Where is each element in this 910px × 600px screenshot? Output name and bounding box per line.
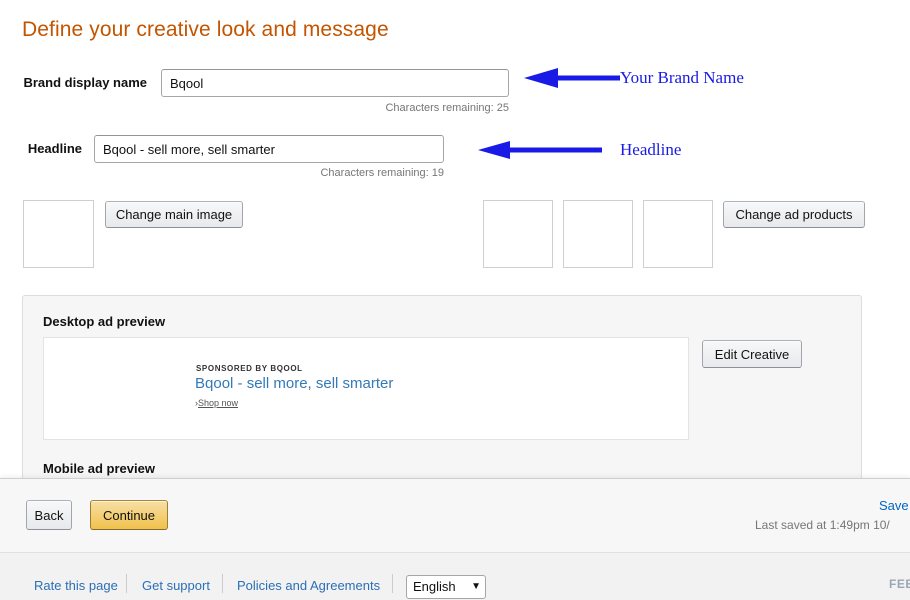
last-saved-timestamp: Last saved at 1:49pm 10/ <box>755 518 890 532</box>
annotation-brand-name: Your Brand Name <box>620 68 744 87</box>
footer-divider-2 <box>222 574 223 593</box>
headline-chars-remaining: Characters remaining: 19 <box>320 167 444 179</box>
footer-link-get-support[interactable]: Get support <box>142 578 210 593</box>
page-content: Define your creative look and message Br… <box>0 0 910 478</box>
annotation-arrow-headline <box>478 141 602 159</box>
save-link[interactable]: Save <box>879 498 909 513</box>
ad-shop-now-label: Shop now <box>198 398 239 408</box>
product-thumbnail-1[interactable] <box>483 200 553 268</box>
continue-button[interactable]: Continue <box>90 500 168 530</box>
footer-divider-1 <box>126 574 127 593</box>
change-ad-products-button[interactable]: Change ad products <box>723 201 865 228</box>
main-image-thumbnail[interactable] <box>23 200 94 268</box>
page-footer: Rate this page Get support Policies and … <box>0 552 910 600</box>
language-selector[interactable]: English ▼ <box>406 575 486 599</box>
mobile-ad-preview-heading: Mobile ad preview <box>43 461 155 476</box>
brand-chars-remaining: Characters remaining: 25 <box>385 102 509 114</box>
language-selector-value: English <box>413 579 456 594</box>
desktop-ad-creative: SPONSORED BY BQOOL Bqool - sell more, se… <box>43 337 689 440</box>
footer-link-rate-this-page[interactable]: Rate this page <box>34 578 118 593</box>
brand-display-name-label: Brand display name <box>23 75 147 90</box>
annotation-headline: Headline <box>620 140 682 159</box>
change-main-image-button[interactable]: Change main image <box>105 201 243 228</box>
chevron-down-icon: ▼ <box>471 581 481 592</box>
headline-input[interactable] <box>94 135 444 163</box>
back-button[interactable]: Back <box>26 500 72 530</box>
ad-preview-panel: Desktop ad preview SPONSORED BY BQOOL Bq… <box>22 295 862 478</box>
page-title: Define your creative look and message <box>22 18 389 41</box>
ad-headline-text: Bqool - sell more, sell smarter <box>195 375 394 392</box>
edit-creative-button[interactable]: Edit Creative <box>702 340 802 368</box>
desktop-ad-preview-heading: Desktop ad preview <box>43 314 166 329</box>
annotation-arrow-brand-name <box>524 68 620 88</box>
ad-sponsored-by: SPONSORED BY BQOOL <box>196 364 303 373</box>
ad-shop-now-link[interactable]: ›Shop now <box>195 398 238 408</box>
headline-label: Headline <box>27 141 82 156</box>
feedback-tab[interactable]: FEE <box>889 577 910 591</box>
brand-display-name-input[interactable] <box>161 69 509 97</box>
footer-divider-3 <box>392 574 393 593</box>
product-thumbnail-3[interactable] <box>643 200 713 268</box>
product-thumbnail-2[interactable] <box>563 200 633 268</box>
sticky-action-bar: Back Continue Save Last saved at 1:49pm … <box>0 478 910 552</box>
footer-link-policies-and-agreements[interactable]: Policies and Agreements <box>237 578 380 593</box>
